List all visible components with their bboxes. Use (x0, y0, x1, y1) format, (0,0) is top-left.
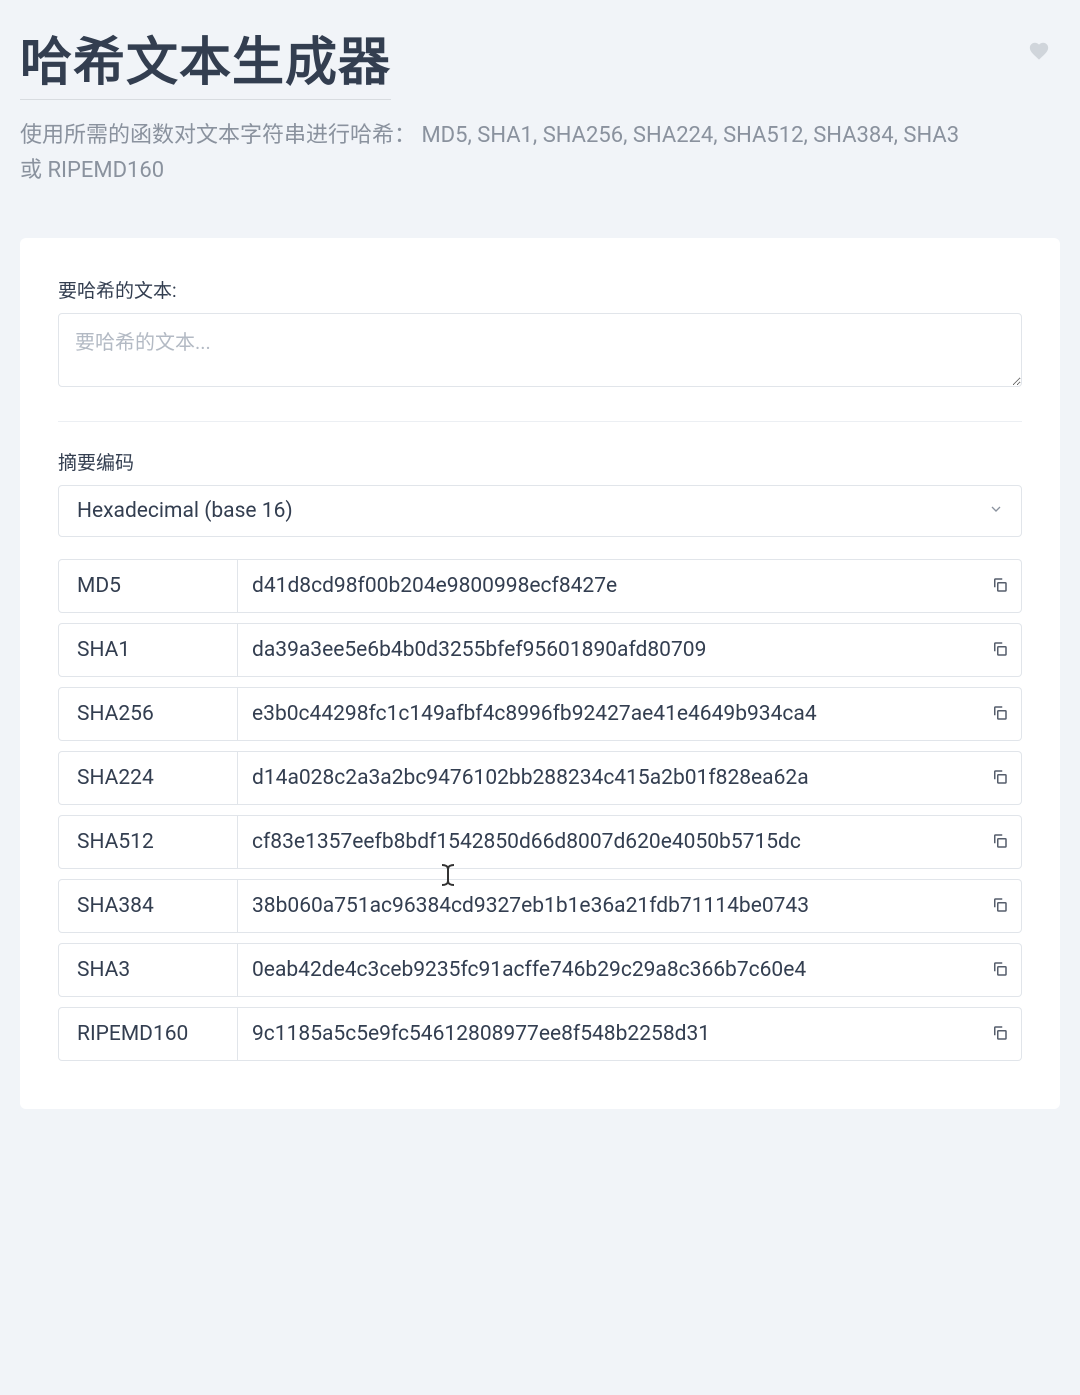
input-label: 要哈希的文本: (58, 276, 1022, 303)
hash-value[interactable]: d41d8cd98f00b204e9800998ecf8427e (238, 559, 978, 613)
copy-button[interactable] (978, 559, 1022, 613)
hash-algo-label: MD5 (58, 559, 238, 613)
hash-value[interactable]: e3b0c44298fc1c149afbf4c8996fb92427ae41e4… (238, 687, 978, 741)
copy-icon (991, 704, 1009, 725)
copy-button[interactable] (978, 879, 1022, 933)
copy-icon (991, 640, 1009, 661)
encoding-select-wrapper: Hexadecimal (base 16) (58, 485, 1022, 537)
hash-value[interactable]: 9c1185a5c5e9fc54612808977ee8f548b2258d31 (238, 1007, 978, 1061)
copy-button[interactable] (978, 815, 1022, 869)
copy-icon (991, 768, 1009, 789)
page-subtitle: 使用所需的函数对文本字符串进行哈希： MD5, SHA1, SHA256, SH… (20, 118, 980, 188)
heart-icon[interactable] (1028, 40, 1050, 68)
main-card: 要哈希的文本: 摘要编码 Hexadecimal (base 16) MD5d4… (20, 238, 1060, 1109)
hash-algo-label: SHA3 (58, 943, 238, 997)
hash-value[interactable]: cf83e1357eefb8bdf1542850d66d8007d620e405… (238, 815, 978, 869)
copy-icon (991, 896, 1009, 917)
hash-value[interactable]: 38b060a751ac96384cd9327eb1b1e36a21fdb711… (238, 879, 978, 933)
hash-algo-label: SHA224 (58, 751, 238, 805)
hash-algo-label: SHA384 (58, 879, 238, 933)
copy-button[interactable] (978, 687, 1022, 741)
page-title: 哈希文本生成器 (20, 20, 391, 95)
encoding-select[interactable]: Hexadecimal (base 16) (58, 485, 1022, 537)
copy-icon (991, 960, 1009, 981)
hash-value[interactable]: 0eab42de4c3ceb9235fc91acffe746b29c29a8c3… (238, 943, 978, 997)
title-container: 哈希文本生成器 (20, 20, 391, 100)
copy-icon (991, 576, 1009, 597)
divider (58, 421, 1022, 422)
hash-row: SHA30eab42de4c3ceb9235fc91acffe746b29c29… (58, 943, 1022, 997)
copy-icon (991, 1024, 1009, 1045)
hash-row: MD5d41d8cd98f00b204e9800998ecf8427e (58, 559, 1022, 613)
copy-button[interactable] (978, 623, 1022, 677)
hash-algo-label: SHA256 (58, 687, 238, 741)
hash-input[interactable] (58, 313, 1022, 387)
copy-button[interactable] (978, 943, 1022, 997)
hash-row: SHA224d14a028c2a3a2bc9476102bb288234c415… (58, 751, 1022, 805)
hash-row: RIPEMD1609c1185a5c5e9fc54612808977ee8f54… (58, 1007, 1022, 1061)
hash-list: MD5d41d8cd98f00b204e9800998ecf8427eSHA1d… (58, 559, 1022, 1061)
encoding-label: 摘要编码 (58, 448, 1022, 475)
hash-row: SHA256e3b0c44298fc1c149afbf4c8996fb92427… (58, 687, 1022, 741)
hash-row: SHA512cf83e1357eefb8bdf1542850d66d8007d6… (58, 815, 1022, 869)
hash-algo-label: SHA512 (58, 815, 238, 869)
hash-row: SHA38438b060a751ac96384cd9327eb1b1e36a21… (58, 879, 1022, 933)
copy-button[interactable] (978, 751, 1022, 805)
hash-row: SHA1da39a3ee5e6b4b0d3255bfef95601890afd8… (58, 623, 1022, 677)
page-header: 哈希文本生成器 使用所需的函数对文本字符串进行哈希： MD5, SHA1, SH… (20, 20, 1060, 188)
hash-algo-label: SHA1 (58, 623, 238, 677)
copy-icon (991, 832, 1009, 853)
hash-value[interactable]: d14a028c2a3a2bc9476102bb288234c415a2b01f… (238, 751, 978, 805)
hash-value[interactable]: da39a3ee5e6b4b0d3255bfef95601890afd80709 (238, 623, 978, 677)
copy-button[interactable] (978, 1007, 1022, 1061)
hash-algo-label: RIPEMD160 (58, 1007, 238, 1061)
